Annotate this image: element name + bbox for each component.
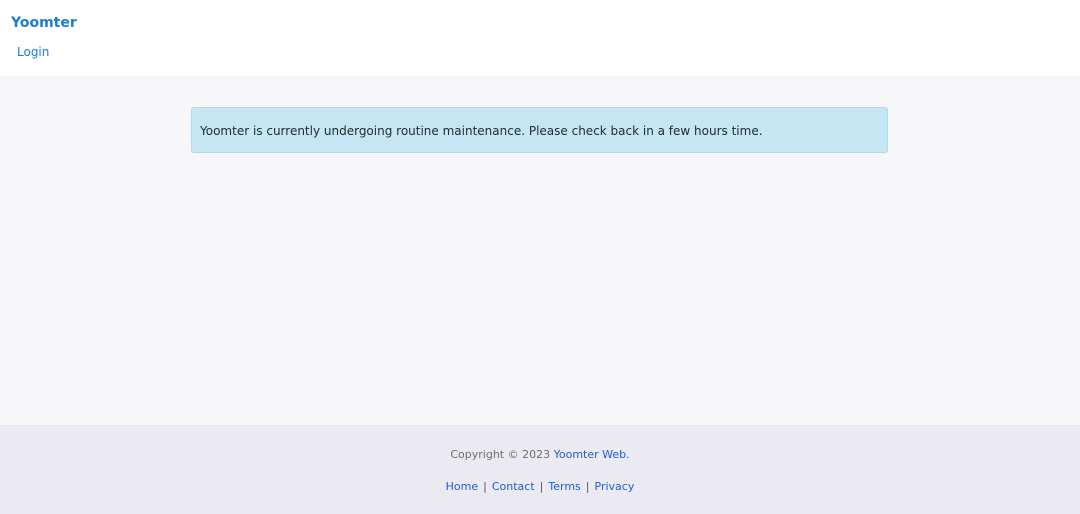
site-header: Yoomter Login: [0, 0, 1080, 76]
footer-link-home[interactable]: Home: [446, 480, 478, 493]
copyright-prefix: Copyright © 2023: [450, 448, 551, 461]
footer-link-terms[interactable]: Terms: [548, 480, 580, 493]
brand-logo-link[interactable]: Yoomter: [11, 14, 77, 32]
footer-separator: |: [585, 480, 590, 493]
copyright-link[interactable]: Yoomter Web.: [554, 448, 630, 461]
footer-link-contact[interactable]: Contact: [492, 480, 535, 493]
footer-separator: |: [483, 480, 487, 493]
site-footer: Copyright © 2023 Yoomter Web. Home | Conta…: [0, 425, 1080, 514]
footer-links: Home | Contact | Terms | Privacy: [0, 480, 1080, 494]
maintenance-alert: Yoomter is currently undergoing routine …: [191, 107, 888, 153]
login-link[interactable]: Login: [17, 44, 49, 60]
footer-separator: |: [539, 480, 544, 493]
copyright-text: Copyright © 2023 Yoomter Web.: [0, 448, 1080, 462]
footer-link-privacy[interactable]: Privacy: [595, 480, 635, 493]
